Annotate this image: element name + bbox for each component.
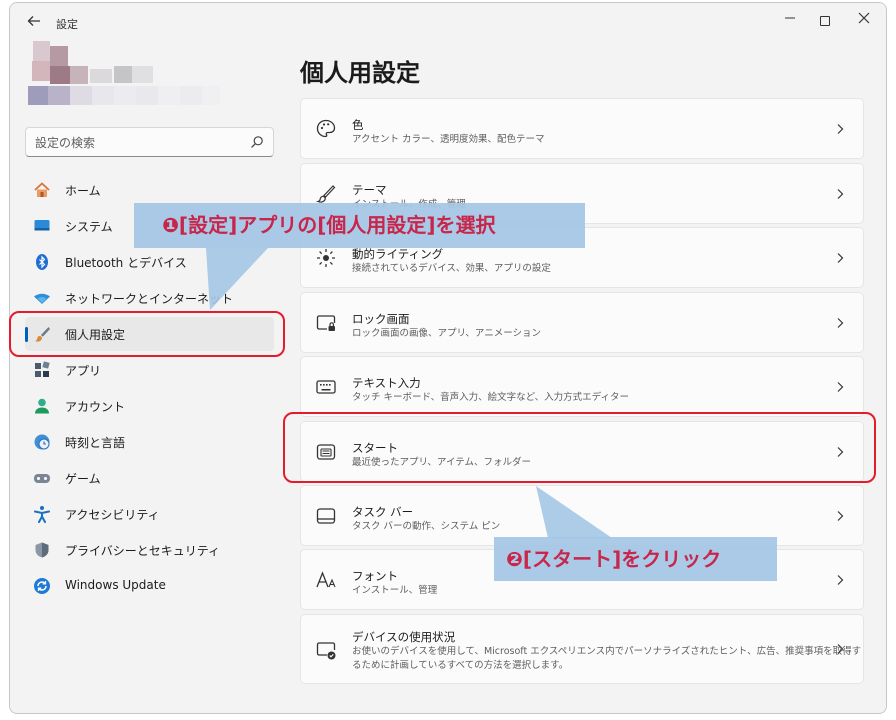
callout2-pointer: [536, 486, 612, 538]
highlight-frame-start: [283, 412, 876, 483]
highlight-frame-personalization: [9, 311, 285, 357]
callout-step2: ❷[スタート]をクリック: [494, 537, 777, 581]
callout1-pointer: [206, 248, 268, 310]
callout-step1: ❶[設定]アプリの[個人用設定]を選択: [134, 203, 585, 248]
callout-pointers: [206, 248, 612, 538]
